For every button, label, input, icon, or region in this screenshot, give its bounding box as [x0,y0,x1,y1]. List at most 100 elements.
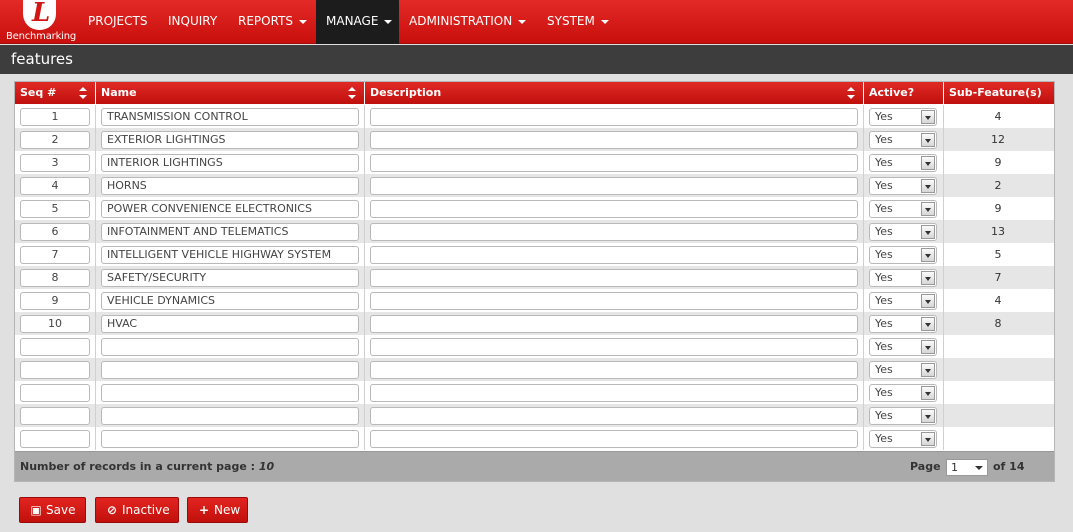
name-input[interactable]: VEHICLE DYNAMICS [101,292,359,310]
chevron-down-icon[interactable] [921,340,935,354]
name-input[interactable]: SAFETY/SECURITY [101,269,359,287]
description-input[interactable] [370,407,858,425]
seq-input[interactable]: 1 [20,108,90,126]
chevron-down-icon[interactable] [921,317,935,331]
description-input[interactable] [370,430,858,448]
seq-input[interactable]: 8 [20,269,90,287]
col-description-label: Description [370,86,442,99]
name-input[interactable]: INTELLIGENT VEHICLE HIGHWAY SYSTEM [101,246,359,264]
seq-input[interactable] [20,361,90,379]
chevron-down-icon[interactable] [921,409,935,423]
seq-input[interactable] [20,430,90,448]
name-input[interactable] [101,407,359,425]
name-input[interactable]: TRANSMISSION CONTROL [101,108,359,126]
name-input[interactable]: POWER CONVENIENCE ELECTRONICS [101,200,359,218]
new-button[interactable]: + New [187,497,248,523]
active-select[interactable]: Yes [869,108,937,126]
active-select[interactable]: Yes [869,200,937,218]
chevron-down-icon[interactable] [921,133,935,147]
nav-reports[interactable]: REPORTS [228,0,317,44]
name-input[interactable]: EXTERIOR LIGHTINGS [101,131,359,149]
col-name[interactable]: Name [96,82,365,104]
active-select[interactable]: Yes [869,131,937,149]
active-select[interactable]: Yes [869,154,937,172]
chevron-down-icon[interactable] [921,294,935,308]
description-input[interactable] [370,292,858,310]
description-input[interactable] [370,361,858,379]
chevron-down-icon[interactable] [921,225,935,239]
name-input[interactable]: INFOTAINMENT AND TELEMATICS [101,223,359,241]
page-select[interactable]: 1 [946,459,988,476]
name-input[interactable] [101,384,359,402]
description-input[interactable] [370,200,858,218]
active-select[interactable]: Yes [869,246,937,264]
description-input[interactable] [370,131,858,149]
description-input[interactable] [370,338,858,356]
active-select[interactable]: Yes [869,223,937,241]
active-select[interactable]: Yes [869,384,937,402]
description-cell [365,197,864,220]
sort-icon[interactable] [348,87,356,99]
active-cell: Yes [864,220,944,243]
description-input[interactable] [370,384,858,402]
description-input[interactable] [370,269,858,287]
nav-inquiry[interactable]: INQUIRY [158,0,227,44]
name-input[interactable] [101,338,359,356]
active-select[interactable]: Yes [869,430,937,448]
description-input[interactable] [370,246,858,264]
chevron-down-icon[interactable] [921,432,935,446]
chevron-down-icon[interactable] [921,386,935,400]
seq-input[interactable]: 4 [20,177,90,195]
seq-input[interactable]: 10 [20,315,90,333]
seq-input[interactable]: 2 [20,131,90,149]
seq-input[interactable]: 9 [20,292,90,310]
nav-system[interactable]: SYSTEM [537,0,619,44]
active-select[interactable]: Yes [869,177,937,195]
seq-input[interactable]: 5 [20,200,90,218]
save-button[interactable]: ▣ Save [19,497,86,523]
description-input[interactable] [370,315,858,333]
col-active[interactable]: Active? [864,82,944,104]
seq-input[interactable]: 7 [20,246,90,264]
chevron-down-icon[interactable] [921,248,935,262]
col-description[interactable]: Description [365,82,864,104]
seq-cell [15,404,96,427]
nav-projects[interactable]: PROJECTS [78,0,157,44]
active-select[interactable]: Yes [869,315,937,333]
seq-input[interactable] [20,407,90,425]
chevron-down-icon[interactable] [921,363,935,377]
description-input[interactable] [370,177,858,195]
seq-input[interactable] [20,384,90,402]
col-subfeatures[interactable]: Sub-Feature(s) [944,82,1054,104]
sort-icon[interactable] [847,87,855,99]
sort-icon[interactable] [79,87,87,99]
nav-manage[interactable]: MANAGE [316,0,399,44]
active-select[interactable]: Yes [869,338,937,356]
name-input[interactable]: HVAC [101,315,359,333]
app-logo[interactable]: L Benchmarking [0,0,78,44]
seq-input[interactable]: 3 [20,154,90,172]
chevron-down-icon[interactable] [921,202,935,216]
chevron-down-icon[interactable] [921,110,935,124]
active-select[interactable]: Yes [869,407,937,425]
active-select[interactable]: Yes [869,269,937,287]
name-input[interactable] [101,361,359,379]
name-cell [96,381,365,404]
chevron-down-icon[interactable] [921,179,935,193]
description-input[interactable] [370,108,858,126]
seq-input[interactable] [20,338,90,356]
description-input[interactable] [370,223,858,241]
top-navbar: L Benchmarking PROJECTS INQUIRY REPORTS … [0,0,1073,44]
col-seq[interactable]: Seq # [15,82,96,104]
name-input[interactable]: HORNS [101,177,359,195]
seq-input[interactable]: 6 [20,223,90,241]
chevron-down-icon[interactable] [921,156,935,170]
active-select[interactable]: Yes [869,292,937,310]
active-select[interactable]: Yes [869,361,937,379]
name-input[interactable]: INTERIOR LIGHTINGS [101,154,359,172]
nav-administration[interactable]: ADMINISTRATION [399,0,536,44]
name-input[interactable] [101,430,359,448]
chevron-down-icon[interactable] [921,271,935,285]
inactive-button[interactable]: ⊘ Inactive [95,497,179,523]
description-input[interactable] [370,154,858,172]
